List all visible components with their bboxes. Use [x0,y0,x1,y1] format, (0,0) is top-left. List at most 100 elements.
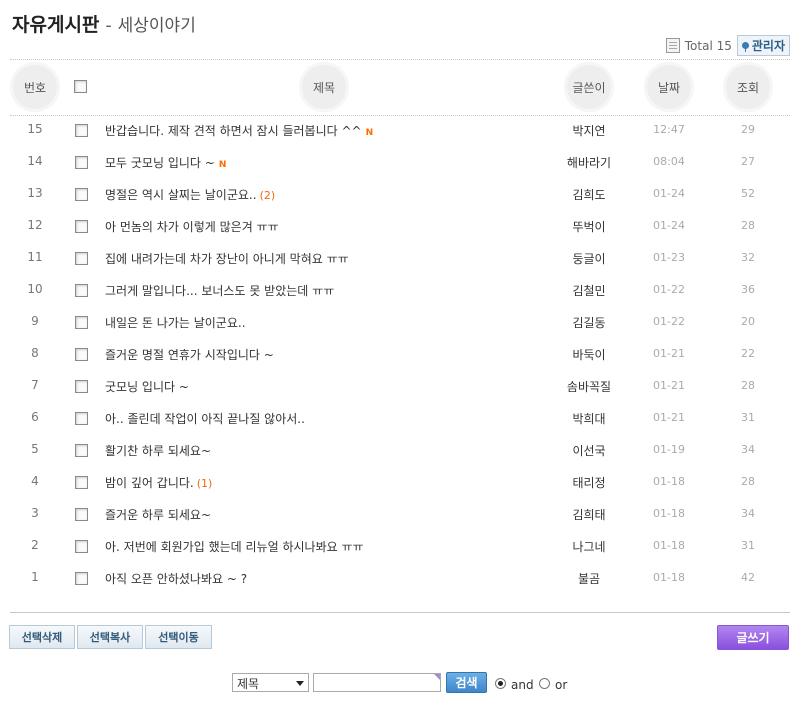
document-list-icon [665,38,680,53]
table-header: 번호 제목 글쓴이 날짜 조회 [10,62,790,112]
post-date: 01-24 [653,187,685,200]
row-checkbox[interactable] [75,316,88,329]
comment-count[interactable]: (2) [260,189,276,202]
post-views: 52 [741,187,755,200]
post-author[interactable]: 박희대 [549,410,629,427]
search-or-radio[interactable] [539,678,550,689]
post-date: 01-22 [653,283,685,296]
row-checkbox[interactable] [75,156,88,169]
board-info-bar: Total 15 관리자 [665,35,790,56]
table-row: 14 모두 굿모닝 입니다 ~ N 해바라기 08:04 27 [10,146,790,178]
delete-selected-label: 선택삭제 [21,631,63,644]
post-number: 6 [31,410,39,424]
post-date: 01-18 [653,475,685,488]
post-author[interactable]: 김철민 [549,282,629,299]
post-title-link[interactable]: 아.. 졸린데 작업이 아직 끝나질 않아서.. [105,412,305,426]
table-row: 12 아 먼놈의 차가 이렇게 많은겨 ㅠㅠ 뚜벅이 01-24 28 [10,210,790,242]
admin-button[interactable]: 관리자 [736,35,790,56]
post-title-link[interactable]: 아. 저번에 회원가입 했는데 리뉴얼 하시나봐요 ㅠㅠ [105,540,364,554]
post-title-link[interactable]: 즐거운 명절 연휴가 시작입니다 ~ [105,348,274,362]
board-subtitle: 세상이야기 [117,16,196,36]
post-title-link[interactable]: 아 먼놈의 차가 이렇게 많은겨 ㅠㅠ [105,220,279,234]
search-field-select[interactable]: 제목 [232,673,309,692]
delete-selected-button[interactable]: 선택삭제 [9,625,75,649]
post-number: 12 [27,218,43,232]
row-checkbox[interactable] [75,508,88,521]
table-row: 4 밤이 깊어 갑니다. (1) 태리정 01-18 28 [10,466,790,498]
select-all-checkbox[interactable] [74,80,87,93]
row-checkbox[interactable] [75,124,88,137]
post-author[interactable]: 김희도 [549,186,629,203]
row-checkbox[interactable] [75,444,88,457]
row-checkbox[interactable] [75,188,88,201]
post-author[interactable]: 나그네 [549,538,629,555]
search-and-radio[interactable] [495,678,506,689]
write-post-button[interactable]: 글쓰기 [717,625,789,650]
column-header-author: 글쓴이 [564,62,614,112]
post-title-link[interactable]: 굿모닝 입니다 ~ [105,380,189,394]
post-number: 8 [31,346,39,360]
row-checkbox[interactable] [75,380,88,393]
post-views: 28 [741,379,755,392]
post-date: 01-21 [653,379,685,392]
post-views: 34 [741,507,755,520]
comment-count[interactable]: (1) [197,477,213,490]
post-title-link[interactable]: 내일은 돈 나가는 날이군요.. [105,316,246,330]
post-author[interactable]: 이선국 [549,442,629,459]
post-title-link[interactable]: 활기찬 하루 되세요~ [105,444,211,458]
post-title-link[interactable]: 명절은 역시 살찌는 날이군요.. [105,188,257,202]
row-checkbox[interactable] [75,572,88,585]
post-number: 14 [27,154,43,168]
table-row: 1 아직 오픈 안하셨나봐요 ~ ? 불곰 01-18 42 [10,562,790,594]
board-title: 자유게시판 [12,14,100,36]
post-title-link[interactable]: 밤이 깊어 갑니다. [105,476,194,490]
row-checkbox[interactable] [75,540,88,553]
post-author[interactable]: 태리정 [549,474,629,491]
search-input[interactable] [313,673,441,692]
post-title-link[interactable]: 반갑습니다. 제작 견적 하면서 잠시 들러봅니다 ^^ [105,124,362,138]
post-number: 11 [27,250,43,264]
table-row: 2 아. 저번에 회원가입 했는데 리뉴얼 하시나봐요 ㅠㅠ 나그네 01-18… [10,530,790,562]
page-title: 자유게시판 - 세상이야기 [12,10,196,37]
table-row: 3 즐거운 하루 되세요~ 김희태 01-18 34 [10,498,790,530]
post-author[interactable]: 김희태 [549,506,629,523]
row-checkbox[interactable] [75,252,88,265]
copy-selected-label: 선택복사 [89,631,131,644]
admin-label: 관리자 [751,39,785,53]
post-date: 01-19 [653,443,685,456]
post-number: 4 [31,474,39,488]
post-author[interactable]: 김길동 [549,314,629,331]
search-button[interactable]: 검색 [446,672,487,693]
column-date-label: 날짜 [657,80,681,95]
row-checkbox[interactable] [75,348,88,361]
post-author[interactable]: 박지연 [549,122,629,139]
header-divider [10,59,790,60]
copy-selected-button[interactable]: 선택복사 [77,625,143,649]
table-row: 15 반갑습니다. 제작 견적 하면서 잠시 들러봅니다 ^^ N 박지연 12:… [10,114,790,146]
row-checkbox[interactable] [75,476,88,489]
post-author[interactable]: 바둑이 [549,346,629,363]
post-title-link[interactable]: 즐거운 하루 되세요~ [105,508,211,522]
post-author[interactable]: 솜바꼭질 [549,378,629,395]
post-author[interactable]: 둥글이 [549,250,629,267]
post-author[interactable]: 해바라기 [549,154,629,171]
post-author[interactable]: 뚜벅이 [549,218,629,235]
post-date: 01-22 [653,315,685,328]
row-checkbox[interactable] [75,412,88,425]
post-title-link[interactable]: 아직 오픈 안하셨나봐요 ~ ? [105,572,247,586]
post-title-link[interactable]: 그러게 말입니다... 보너스도 못 받았는데 ㅠㅠ [105,284,334,298]
table-row: 7 굿모닝 입니다 ~ 솜바꼭질 01-21 28 [10,370,790,402]
chevron-down-icon [296,681,304,686]
post-author[interactable]: 불곰 [549,570,629,587]
row-checkbox[interactable] [75,284,88,297]
post-number: 5 [31,442,39,456]
table-row: 11 집에 내려가는데 차가 장난이 아니게 막혀요 ㅠㅠ 둥글이 01-23 … [10,242,790,274]
post-title-link[interactable]: 집에 내려가는데 차가 장난이 아니게 막혀요 ㅠㅠ [105,252,349,266]
title-separator: - [105,16,112,36]
table-row: 10 그러게 말입니다... 보너스도 못 받았는데 ㅠㅠ 김철민 01-22 … [10,274,790,306]
column-author-label: 글쓴이 [572,80,606,95]
move-selected-button[interactable]: 선택이동 [145,625,212,649]
post-title-link[interactable]: 모두 굿모닝 입니다 ~ [105,156,215,170]
post-number: 1 [31,570,39,584]
row-checkbox[interactable] [75,220,88,233]
